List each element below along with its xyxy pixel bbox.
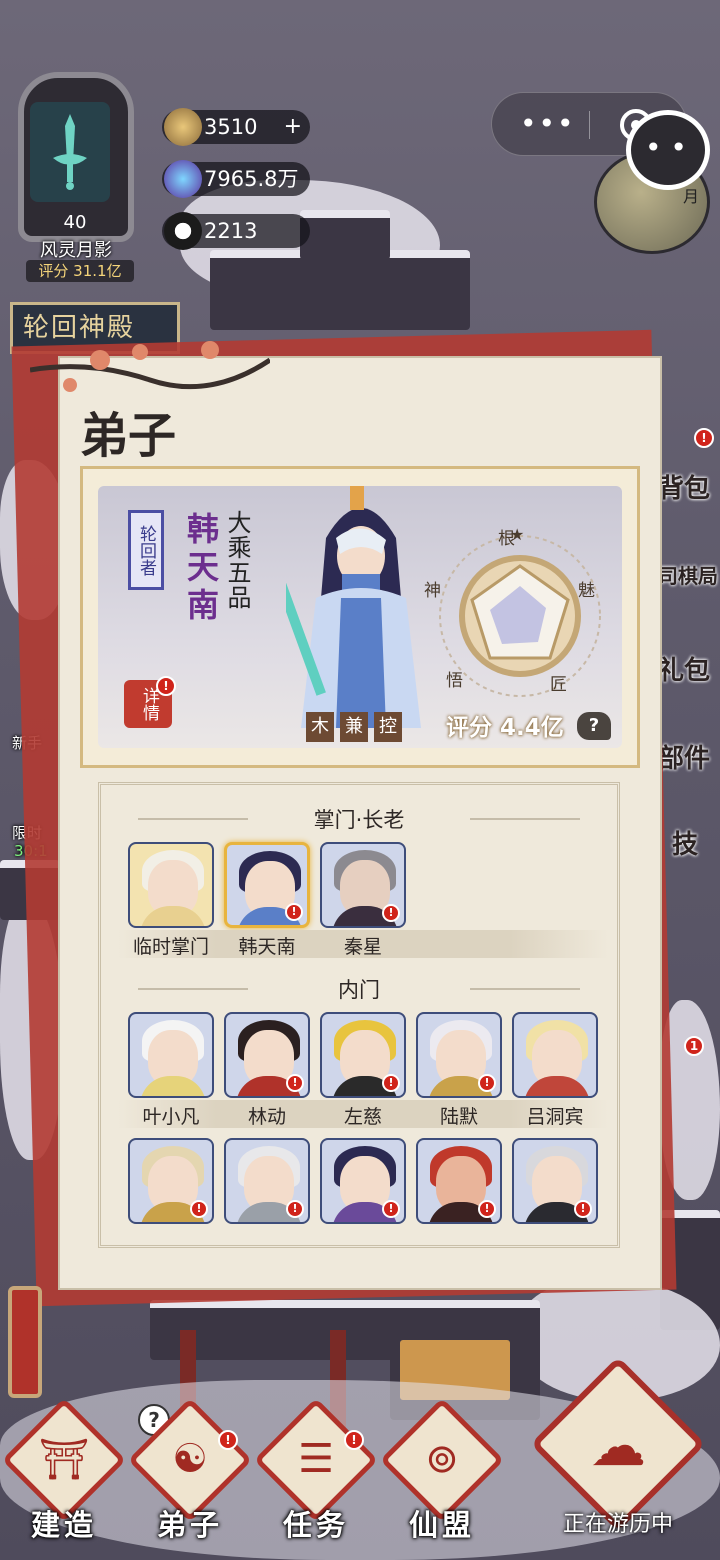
nav-alert-badge: ! — [218, 1430, 238, 1450]
radar-label-spirit: 神 — [424, 581, 441, 601]
disciple-slot-lu-mo[interactable]: ! — [416, 1012, 502, 1098]
disciple-slot-ye-xiaofan[interactable] — [128, 1012, 214, 1098]
nav-alliance-button[interactable]: ⊚ 仙盟 — [379, 1397, 505, 1542]
disciple-name: 韩天南 — [238, 936, 296, 958]
radar-label-craft: 匠 — [550, 675, 567, 695]
player-nickname: 风灵月影 — [40, 240, 112, 261]
nav-label: 仙盟 — [408, 1508, 475, 1542]
disciple-slot[interactable]: ! — [128, 1138, 214, 1224]
chat-icon[interactable] — [626, 110, 710, 190]
bag-alert-badge: ! — [694, 428, 714, 448]
hero-rank: 大乘五品 — [223, 510, 251, 610]
resource-taiji: 2213 — [162, 212, 310, 250]
player-level: 40 — [63, 212, 87, 233]
taiji-icon — [164, 212, 202, 250]
slot-alert-badge: ! — [574, 1200, 592, 1218]
nav-build-button[interactable]: ⛩ 建造 — [1, 1397, 127, 1542]
radar-label-insight: 悟 — [446, 671, 463, 691]
player-score: 评分 31.1亿 — [26, 260, 134, 282]
disciple-name: 叶小凡 — [142, 1106, 200, 1128]
detail-alert-badge: ! — [156, 676, 176, 696]
build-icon: ⛩ — [38, 1437, 90, 1483]
disciple-slot-zuo-ci[interactable]: ! — [320, 1012, 406, 1098]
slot-alert-badge: ! — [382, 1200, 400, 1218]
side-menu-gift[interactable]: 礼包 — [658, 650, 720, 687]
disciple-name: 临时掌门 — [132, 936, 209, 958]
panel-title: 弟子 — [80, 408, 177, 464]
coins-value: 3510 — [204, 115, 258, 139]
disciple-slot[interactable]: ! — [320, 1138, 406, 1224]
slot-alert-badge: ! — [382, 1074, 400, 1092]
slot-alert-badge: ! — [478, 1074, 496, 1092]
element-hybrid: 兼 — [340, 712, 368, 742]
nav-label: 任务 — [282, 1508, 349, 1542]
radar-label-charm: 魅 — [578, 581, 595, 601]
hero-score: 评分 4.4亿 — [446, 715, 564, 741]
score-help-button[interactable]: ? — [577, 712, 611, 740]
disciple-slot[interactable]: ! — [512, 1138, 598, 1224]
disciple-slot-qin-xing[interactable]: ! — [320, 842, 406, 928]
section-title-leaders: 掌门·长老 — [98, 804, 620, 834]
disciple-name: 林动 — [247, 1106, 286, 1128]
right-count-badge: 1 — [684, 1036, 704, 1056]
nav-alert-badge: ! — [344, 1430, 364, 1450]
nav-task-button[interactable]: ☰ 任务 ! — [253, 1397, 379, 1542]
cloud-icon: ☁ — [590, 1414, 646, 1479]
element-control: 控 — [374, 712, 402, 742]
travel-label: 正在游历中 — [562, 1512, 673, 1537]
disciple-name: 陆默 — [439, 1106, 478, 1128]
side-menu-parts[interactable]: 部件 — [658, 738, 720, 775]
more-menu-button[interactable]: ••• — [520, 107, 576, 140]
alliance-icon: ⊚ — [425, 1436, 459, 1482]
disciple-name: 秦星 — [343, 936, 382, 958]
capsule-divider — [589, 111, 590, 139]
taiji-value: 2213 — [204, 219, 258, 243]
nav-label: 弟子 — [156, 1508, 223, 1542]
avatar[interactable] — [30, 102, 110, 202]
coin-icon — [164, 108, 202, 146]
resource-coins[interactable]: 3510 + — [162, 108, 310, 146]
moon-label: 月 — [683, 187, 700, 206]
side-menu-skill[interactable]: 技 — [672, 824, 720, 861]
travel-status-button[interactable]: ☁ 正在游历中 — [530, 1356, 706, 1540]
player-avatar-frame[interactable]: 40 风灵月影 评分 31.1亿 — [12, 72, 140, 282]
disciple-slot-acting-head[interactable] — [128, 842, 214, 928]
nav-disciple-button[interactable]: ☯ 弟子 ! — [127, 1397, 253, 1542]
slot-alert-badge: ! — [286, 1074, 304, 1092]
portrait-body — [140, 906, 206, 926]
element-wood: 木 — [306, 712, 334, 742]
hero-element-tags: 木 兼 控 — [306, 712, 402, 742]
hero-name: 韩天南 — [182, 512, 220, 626]
resource-crystals: 7965.8万 — [162, 160, 310, 198]
disciple-name: 吕洞宾 — [526, 1106, 584, 1128]
add-coins-button[interactable]: + — [284, 110, 302, 144]
slot-alert-badge: ! — [286, 1200, 304, 1218]
nav-label: 建造 — [30, 1508, 97, 1542]
slot-alert-badge: ! — [285, 903, 303, 921]
disciple-slot[interactable]: ! — [224, 1138, 310, 1224]
disciple-slot-lv-dongbin[interactable] — [512, 1012, 598, 1098]
hero-sect-badge: 轮回者 — [128, 510, 164, 590]
disciple-slot-lin-dong[interactable]: ! — [224, 1012, 310, 1098]
radar-label-root: 根 — [498, 529, 515, 549]
disciple-slot[interactable]: ! — [416, 1138, 502, 1224]
side-menu-chess[interactable]: 司棋局 — [658, 560, 720, 589]
slot-alert-badge: ! — [478, 1200, 496, 1218]
disciple-name: 左慈 — [343, 1106, 382, 1128]
slot-alert-badge: ! — [190, 1200, 208, 1218]
side-menu-bag[interactable]: 背包 — [658, 468, 720, 505]
crystal-icon — [164, 160, 202, 198]
slot-alert-badge: ! — [382, 904, 400, 922]
disciple-slot-han-tiannan[interactable]: ! — [224, 842, 310, 928]
section-title-inner: 内门 — [98, 974, 620, 1004]
crystals-value: 7965.8万 — [204, 167, 299, 191]
scroll-decoration[interactable] — [8, 1286, 42, 1398]
portrait-body — [140, 1076, 206, 1096]
hero-portrait[interactable] — [286, 478, 436, 742]
portrait-body — [524, 1076, 590, 1096]
sword-emblem-icon — [53, 114, 87, 190]
